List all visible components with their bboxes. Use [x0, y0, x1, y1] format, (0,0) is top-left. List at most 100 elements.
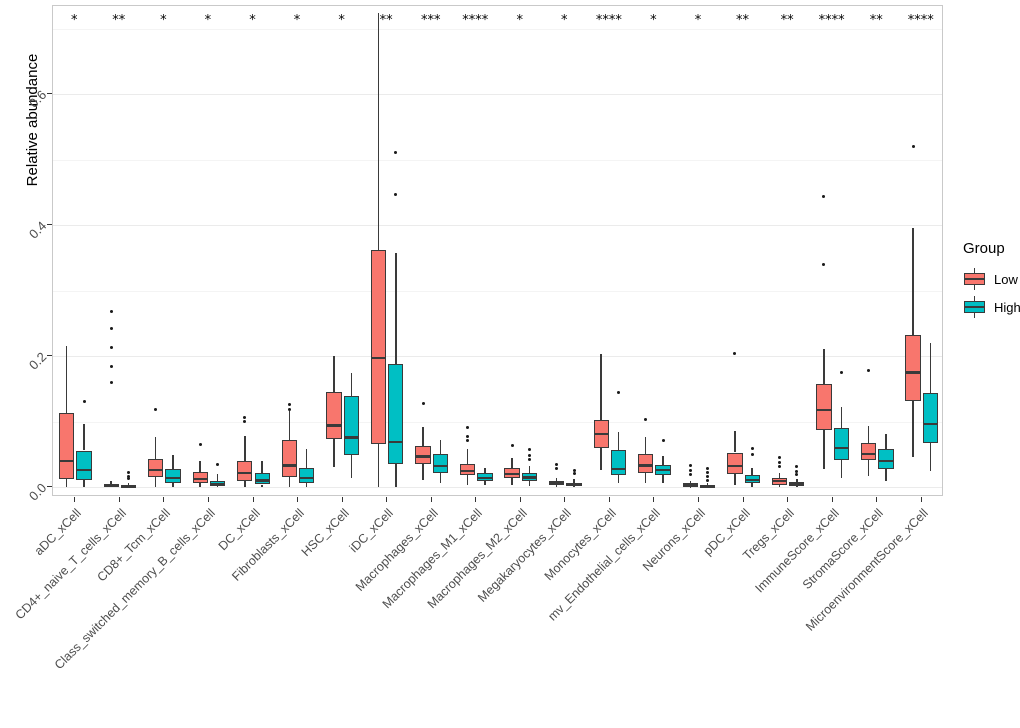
- boxplot-median: [922, 422, 939, 425]
- boxplot-outlier: [287, 408, 291, 412]
- boxplot-whisker-lower: [216, 485, 219, 488]
- boxplot-median: [771, 480, 788, 483]
- boxplot-outlier: [394, 193, 398, 196]
- significance-marker: *: [338, 13, 345, 28]
- boxplot-whisker-lower: [395, 464, 397, 488]
- boxplot-whisker-upper: [617, 431, 620, 450]
- significance-marker: *: [71, 13, 78, 28]
- plot-panel: [52, 5, 943, 496]
- x-tick-mark: [920, 497, 922, 502]
- boxplot-median: [254, 479, 270, 482]
- boxplot-box[interactable]: [76, 450, 92, 480]
- boxplot-whisker-lower: [422, 464, 424, 480]
- boxplot-whisker-upper: [377, 12, 380, 251]
- boxplot-median: [165, 476, 181, 480]
- boxplot-whisker-upper: [422, 427, 424, 446]
- significance-marker: *: [650, 13, 657, 28]
- x-tick-mark: [163, 497, 165, 502]
- boxplot-outlier: [127, 477, 130, 481]
- boxplot-box[interactable]: [281, 440, 298, 477]
- x-tick-mark: [831, 497, 833, 502]
- boxplot-median: [415, 455, 431, 458]
- boxplot-box[interactable]: [370, 250, 387, 444]
- boxplot-whisker-lower: [65, 479, 68, 488]
- boxplot-median: [299, 476, 315, 480]
- x-tick-mark: [118, 497, 120, 502]
- boxplot-outlier: [706, 471, 710, 475]
- boxplot-whisker-lower: [333, 438, 335, 468]
- boxplot-whisker-lower: [885, 468, 887, 482]
- boxplot-median: [566, 483, 582, 486]
- significance-marker: **: [736, 13, 749, 28]
- boxplot-outlier: [109, 380, 113, 384]
- boxplot-median: [655, 469, 671, 472]
- boxplot-box[interactable]: [610, 449, 627, 476]
- boxplot-whisker-upper: [644, 436, 647, 454]
- boxplot-median: [326, 424, 342, 427]
- boxplot-box[interactable]: [833, 427, 849, 460]
- boxplot-box[interactable]: [299, 467, 315, 484]
- boxplot-outlier: [555, 467, 559, 471]
- boxplot-median: [593, 433, 609, 436]
- y-tick-label: 0.0: [25, 480, 50, 504]
- boxplot-whisker-lower: [644, 472, 647, 483]
- boxplot-box[interactable]: [432, 453, 449, 474]
- boxplot-outlier: [706, 466, 710, 470]
- boxplot-box[interactable]: [816, 384, 832, 430]
- y-tick-mark: [47, 486, 52, 488]
- boxplot-box[interactable]: [727, 452, 743, 475]
- y-axis-title: Relative abundance: [24, 53, 41, 187]
- gridline-major: [53, 225, 942, 227]
- boxplot-whisker-upper: [912, 227, 914, 335]
- legend-label: Low: [994, 271, 1018, 287]
- boxplot-whisker-upper: [840, 406, 843, 428]
- boxplot-outlier: [528, 457, 531, 461]
- boxplot-median: [744, 478, 760, 482]
- boxplot-whisker-lower: [912, 400, 914, 458]
- significance-marker: *: [516, 13, 524, 28]
- boxplot-outlier: [243, 420, 247, 424]
- boxplot-box[interactable]: [148, 459, 164, 477]
- boxplot-median: [477, 476, 493, 480]
- boxplot-box[interactable]: [878, 448, 894, 469]
- boxplot-outlier: [109, 310, 113, 314]
- boxplot-outlier: [777, 455, 781, 459]
- boxplot-median: [148, 469, 164, 472]
- boxplot-box[interactable]: [922, 392, 939, 443]
- boxplot-box[interactable]: [58, 413, 75, 480]
- y-tick-mark: [47, 355, 52, 357]
- boxplot-box[interactable]: [326, 391, 342, 439]
- legend-item-high[interactable]: High: [963, 294, 1020, 320]
- boxplot-outlier: [528, 453, 531, 457]
- boxplot-outlier: [510, 444, 514, 448]
- boxplot-outlier: [867, 368, 870, 372]
- legend-item-low[interactable]: Low: [963, 266, 1020, 292]
- x-tick-mark: [386, 497, 388, 502]
- x-tick-mark: [519, 497, 521, 502]
- boxplot-whisker-lower: [350, 455, 353, 478]
- boxplot-box[interactable]: [388, 364, 404, 465]
- boxplot-whisker-lower: [172, 483, 174, 488]
- boxplot-whisker-upper: [172, 455, 174, 469]
- significance-marker: ****: [818, 13, 845, 28]
- boxplot-outlier: [822, 263, 826, 267]
- boxplot-whisker-lower: [528, 480, 531, 486]
- gridline-minor: [53, 28, 942, 30]
- boxplot-outlier: [795, 473, 799, 477]
- boxplot-outlier: [750, 447, 754, 451]
- boxplot-outlier: [466, 434, 469, 438]
- x-tick-label: mv_Endothelial_cells_xCell: [545, 506, 664, 624]
- boxplot-outlier: [733, 351, 737, 355]
- boxplot-box[interactable]: [638, 453, 654, 473]
- significance-marker: ****: [907, 13, 934, 28]
- boxplot-box[interactable]: [905, 334, 921, 401]
- gridline-major: [53, 356, 942, 358]
- boxplot-outlier: [287, 403, 291, 407]
- boxplot-whisker-upper: [154, 437, 157, 459]
- boxplot-outlier: [706, 475, 710, 479]
- boxplot-whisker-upper: [929, 342, 932, 393]
- boxplot-median: [816, 408, 832, 412]
- significance-marker: **: [869, 13, 883, 28]
- boxplot-box[interactable]: [343, 395, 359, 456]
- significance-marker: **: [379, 13, 393, 28]
